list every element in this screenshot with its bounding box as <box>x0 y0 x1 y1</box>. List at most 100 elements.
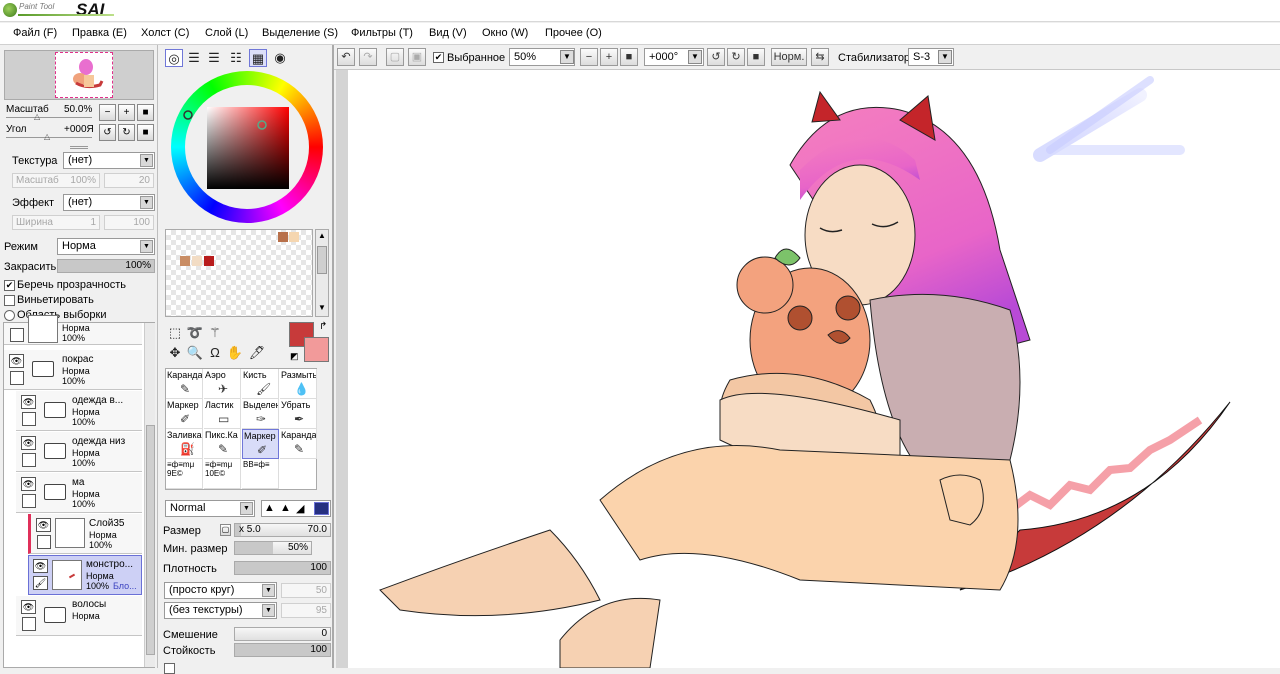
brush-lock-icon[interactable]: 🖌 <box>33 576 48 590</box>
layer-select-box[interactable] <box>22 412 36 426</box>
brush-slot[interactable]: Пикс.Ка ✎ <box>204 429 241 459</box>
invert-selection-button[interactable]: ▣ <box>408 48 426 66</box>
eye-icon[interactable]: 👁 <box>21 477 36 491</box>
zoom-reset-button[interactable]: ■ <box>620 48 638 66</box>
scroll-down-icon[interactable]: ▼ <box>318 303 326 312</box>
blending-slider[interactable]: 0 <box>234 627 331 641</box>
layer-select-box[interactable] <box>37 535 51 549</box>
shape-preset-icon[interactable]: ▲ <box>264 502 275 514</box>
color-wheel-tab-icon[interactable]: ◎ <box>165 49 183 67</box>
brush-shape-select[interactable]: (просто круг) ▼ <box>164 582 277 599</box>
layer-row[interactable]: 👁 Слой35 Норма 100% <box>28 514 142 554</box>
menu-canvas[interactable]: Холст (C) <box>141 27 189 39</box>
swatch[interactable] <box>278 232 288 242</box>
magic-wand-icon[interactable]: ⚚ <box>206 324 224 342</box>
rotate-reset-button[interactable]: ■ <box>747 48 765 66</box>
menu-edit[interactable]: Правка (E) <box>72 27 127 39</box>
scratchpad-tab-icon[interactable]: ◉ <box>271 49 289 67</box>
zoom-icon[interactable]: 🔍 <box>186 344 204 362</box>
drawing-canvas[interactable] <box>336 70 1280 668</box>
layer-row[interactable]: 👁 одежда низ Норма 100% <box>16 432 142 472</box>
color-wheel[interactable] <box>171 71 323 223</box>
eye-icon[interactable]: 👁 <box>36 518 51 532</box>
brush-slot-selected[interactable]: Маркер ✐ <box>242 429 279 459</box>
navigator-zoom-reset-button[interactable]: ■ <box>137 104 154 121</box>
brush-slot[interactable]: Аэро ✈ <box>204 369 241 399</box>
eye-icon[interactable]: 👁 <box>33 559 48 573</box>
layer-row[interactable]: 👁 ма Норма 100% <box>16 473 142 513</box>
effect-select[interactable]: (нет) ▼ <box>63 194 155 211</box>
menu-filters[interactable]: Фильтры (T) <box>351 27 413 39</box>
preserve-opacity-checkbox[interactable]: ✔ <box>4 280 15 291</box>
palette-grid[interactable] <box>165 229 313 317</box>
brush-slot[interactable]: Выделен ✑ <box>242 399 279 429</box>
layer-row-selected[interactable]: 👁 🖌 монстро... Норма 100% Бло... <box>28 555 142 595</box>
brush-slot[interactable]: Каранда ✎ <box>166 369 203 399</box>
blend-mode-select[interactable]: Норма ▼ <box>57 238 155 255</box>
swatch[interactable] <box>192 256 202 266</box>
brush-slot[interactable]: Заливка ⛽ <box>166 429 203 459</box>
panel-splitter[interactable] <box>70 146 88 149</box>
brush-slot[interactable]: ≡ф≡mμ 10E© <box>204 459 241 489</box>
eye-icon[interactable]: 👁 <box>21 436 36 450</box>
rgb-sliders-tab-icon[interactable]: ☰ <box>185 49 203 67</box>
brush-slot[interactable]: Маркер ✐ <box>166 399 203 429</box>
menu-layer[interactable]: Слой (L) <box>205 27 248 39</box>
shape-preset-icon[interactable]: ◢ <box>296 502 304 515</box>
texture-select[interactable]: (нет) ▼ <box>63 152 155 169</box>
slider-thumb-icon[interactable]: △ <box>34 112 40 121</box>
brush-mode-select[interactable]: Normal ▼ <box>165 500 255 517</box>
eye-icon[interactable]: 👁 <box>21 395 36 409</box>
brush-slot[interactable]: Ластик ▭ <box>204 399 241 429</box>
navigator-rotate-left-button[interactable]: ↺ <box>99 124 116 141</box>
layer-select-box[interactable] <box>10 328 24 342</box>
reset-colors-icon[interactable]: ◩ <box>290 351 299 362</box>
opacity-slider[interactable]: 100% <box>57 259 155 273</box>
zoom-in-button[interactable]: + <box>600 48 618 66</box>
menu-view[interactable]: Вид (V) <box>429 27 467 39</box>
layer-select-box[interactable] <box>10 371 24 385</box>
layer-row[interactable]: 👁 одежда в... Норма 100% <box>16 391 142 431</box>
selection-source-radio[interactable] <box>4 310 15 321</box>
deselect-button[interactable]: ▢ <box>386 48 404 66</box>
swatch[interactable] <box>289 232 299 242</box>
menu-window[interactable]: Окно (W) <box>482 27 528 39</box>
hsv-sliders-tab-icon[interactable]: ☰ <box>205 49 223 67</box>
undo-button[interactable]: ↶ <box>337 48 355 66</box>
swatch[interactable] <box>204 256 214 266</box>
navigator-preview[interactable] <box>4 50 154 100</box>
zoom-out-button[interactable]: − <box>580 48 598 66</box>
layer-select-box[interactable] <box>22 453 36 467</box>
layer-row[interactable]: Норма 100% <box>4 315 142 345</box>
color-wheel-graphic[interactable] <box>171 71 323 223</box>
brush-slot[interactable]: ≡ф≡mμ 9E© <box>166 459 203 489</box>
layer-row[interactable]: 👁 покрас Норма 100% <box>4 350 142 390</box>
layer-row[interactable]: 👁 волосы Норма <box>16 596 142 636</box>
eyedropper-icon[interactable]: 🖊 <box>248 344 266 362</box>
swap-colors-icon[interactable]: ↱ <box>319 321 327 332</box>
scroll-up-icon[interactable]: ▲ <box>318 231 326 240</box>
hand-icon[interactable]: ✋ <box>226 344 244 362</box>
brush-slot[interactable]: BB≡ф≡ <box>242 459 279 489</box>
rotate-right-button[interactable]: ↻ <box>727 48 745 66</box>
palette-scrollbar-thumb[interactable] <box>317 246 327 274</box>
brush-size-slider[interactable]: x 5.0 70.0 <box>234 523 331 537</box>
shape-preset-selected-icon[interactable] <box>314 502 329 515</box>
menu-selection[interactable]: Выделение (S) <box>262 27 338 39</box>
layer-select-box[interactable] <box>22 617 36 631</box>
zoom-dropdown-icon[interactable]: ▼ <box>560 50 574 64</box>
menu-other[interactable]: Прочее (O) <box>545 27 602 39</box>
navigator-zoom-in-button[interactable]: + <box>118 104 135 121</box>
layers-scrollbar[interactable] <box>144 323 155 667</box>
brush-slot[interactable]: Кисть 🖌 <box>242 369 279 399</box>
eye-icon[interactable]: 👁 <box>9 354 24 368</box>
slider-thumb-icon[interactable]: △ <box>44 132 50 141</box>
min-size-slider[interactable]: 50% <box>234 541 312 555</box>
stabilizer-dropdown-icon[interactable]: ▼ <box>938 50 952 64</box>
layers-scrollbar-thumb[interactable] <box>146 425 155 655</box>
eye-icon[interactable]: 👁 <box>21 600 36 614</box>
brush-option-checkbox[interactable] <box>164 663 175 674</box>
navigator-zoom-slider[interactable] <box>6 117 92 118</box>
secondary-color-swatch[interactable] <box>304 337 329 362</box>
brush-slot[interactable]: Каранда ✎ <box>280 429 317 459</box>
